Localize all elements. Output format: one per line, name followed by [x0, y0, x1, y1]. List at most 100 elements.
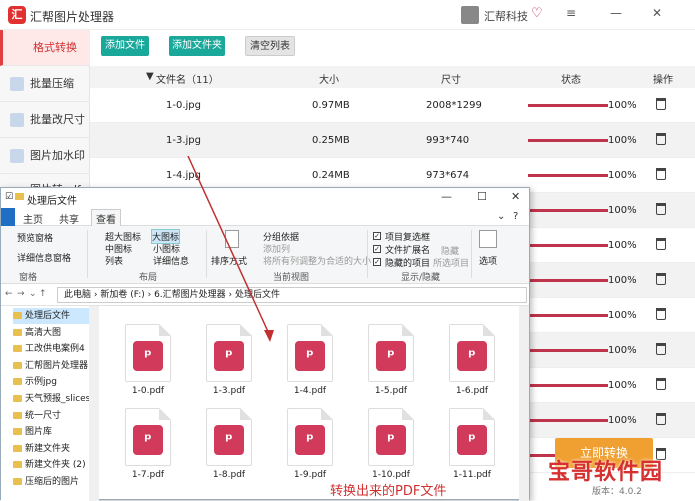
tree-item[interactable]: 汇帮图片处理器 [13, 358, 99, 374]
pdf-file-icon: ᵖ [125, 408, 171, 466]
trash-icon[interactable] [656, 378, 666, 390]
sort-icon[interactable] [225, 230, 239, 248]
sidebar-item-label: 格式转换 [33, 41, 77, 54]
group-pane: 窗格 [19, 273, 38, 283]
breadcrumb-1[interactable]: 新加卷 (F:) [100, 290, 144, 300]
tab-home[interactable]: 主页 [23, 211, 43, 226]
quick-access-icon[interactable]: ☑ [5, 192, 13, 202]
add-file-button[interactable]: 添加文件 [101, 36, 149, 56]
view-details[interactable]: 详细信息 [153, 254, 189, 267]
file-item[interactable]: ᵖ 1-11.pdf [437, 408, 507, 488]
chevron-down-icon[interactable]: ⌄ [29, 289, 37, 299]
trash-icon[interactable] [656, 343, 666, 355]
close-icon[interactable]: ✕ [511, 190, 520, 203]
maximize-icon[interactable]: ☐ [477, 190, 487, 203]
divider [206, 230, 207, 278]
tree-item[interactable]: 工改供电案例4 [13, 341, 99, 357]
tree-item[interactable]: 压缩后的图片 [13, 474, 99, 490]
ext-checkbox[interactable]: ✓ [373, 245, 381, 253]
pdf-file-icon: ᵖ [206, 408, 252, 466]
file-item[interactable]: ᵖ 1-0.pdf [113, 324, 183, 404]
details-pane-button[interactable]: 详细信息窗格 [17, 251, 71, 264]
trash-icon[interactable] [656, 98, 666, 110]
file-item[interactable]: ᵖ 1-8.pdf [194, 408, 264, 488]
file-item[interactable]: ᵖ 1-10.pdf [356, 408, 426, 488]
ribbon: 预览窗格 详细信息窗格 窗格 超大图标 大图标 中图标 小图标 列表 详细信息 … [1, 226, 529, 284]
path-input[interactable]: 此电脑 › 新加卷 (F:) › 6.汇帮图片处理器 › 处理后文件 [57, 287, 527, 303]
vip-icon[interactable]: ♡ [531, 6, 543, 21]
file-item[interactable]: ᵖ 1-3.pdf [194, 324, 264, 404]
help-icon[interactable]: ? [513, 211, 518, 222]
trash-icon[interactable] [656, 413, 666, 425]
close-icon[interactable]: ✕ [652, 6, 662, 20]
avatar[interactable] [461, 6, 479, 24]
explorer-title-bar: ☑ 处理后文件 — ☐ ✕ [1, 188, 529, 208]
add-folder-button[interactable]: 添加文件夹 [169, 36, 225, 56]
minimize-icon[interactable]: — [610, 6, 622, 20]
trash-icon[interactable] [656, 238, 666, 250]
trash-icon[interactable] [656, 133, 666, 145]
progress-bar [528, 314, 608, 317]
up-icon[interactable]: ↑ [39, 289, 47, 299]
folder-icon [13, 461, 22, 469]
trash-icon[interactable] [656, 168, 666, 180]
file-label: 1-9.pdf [293, 470, 327, 480]
divider [87, 230, 88, 278]
tree-item[interactable]: 统一尺寸 [13, 408, 99, 424]
progress-bar [528, 209, 608, 212]
file-item[interactable]: ᵖ 1-6.pdf [437, 324, 507, 404]
col-filename[interactable]: 文件名（11） [156, 71, 219, 86]
sidebar-item-format[interactable]: 格式转换 [0, 30, 90, 66]
nav-tree: 处理后文件 高清大图 工改供电案例4 汇帮图片处理器 示例jpg 天气预报_slicesp… [1, 306, 99, 501]
breadcrumb-0[interactable]: 此电脑 [64, 290, 91, 300]
tree-item[interactable]: 天气预报_slicesp [13, 391, 99, 407]
user-name[interactable]: 汇帮科技 [484, 8, 528, 24]
options-icon[interactable] [479, 230, 497, 248]
file-item[interactable]: ᵖ 1-9.pdf [275, 408, 345, 488]
tab-share[interactable]: 共享 [59, 211, 79, 226]
resize-icon [10, 113, 24, 127]
ext-checkbox-label: 文件扩展名 [385, 246, 431, 256]
view-list[interactable]: 列表 [105, 254, 123, 267]
breadcrumb-2[interactable]: 6.汇帮图片处理器 [154, 290, 226, 300]
status-text: 100% [608, 100, 637, 111]
file-size: 0.25MB [312, 135, 350, 146]
pdf-badge-icon: ᵖ [295, 341, 325, 371]
tree-item[interactable]: 新建文件夹 [13, 441, 99, 457]
menu-icon[interactable]: ≡ [566, 6, 576, 20]
trash-icon[interactable] [656, 203, 666, 215]
trash-icon[interactable] [656, 273, 666, 285]
preview-pane-button[interactable]: 预览窗格 [17, 231, 53, 244]
file-item[interactable]: ᵖ 1-4.pdf [275, 324, 345, 404]
minimize-icon[interactable]: — [441, 190, 452, 203]
tree-item[interactable]: 示例jpg [13, 374, 99, 390]
file-name: 1-3.jpg [166, 135, 201, 146]
tree-item[interactable]: 图片库 [13, 424, 99, 440]
tree-scrollbar[interactable] [89, 306, 99, 501]
tree-item-label: 统一尺寸 [25, 410, 62, 421]
trash-icon[interactable] [656, 308, 666, 320]
table-row[interactable]: 1-3.jpg 0.25MB 993*740 100% [90, 123, 695, 158]
chevron-down-icon[interactable]: ⌄ [497, 211, 505, 222]
tab-file[interactable] [1, 208, 15, 226]
tree-item[interactable]: 高清大图 [13, 325, 99, 341]
fit-columns-button[interactable]: 将所有列调整为合适的大小 [263, 254, 371, 267]
clear-list-button[interactable]: 清空列表 [245, 36, 295, 56]
tree-item[interactable]: 新建文件夹 (2) [13, 457, 99, 473]
tree-item[interactable]: 处理后文件 [13, 308, 99, 324]
breadcrumb-3[interactable]: 处理后文件 [235, 290, 280, 300]
item-checkbox[interactable]: ✓ [373, 232, 381, 240]
folder-icon [13, 395, 22, 402]
file-item[interactable]: ᵖ 1-7.pdf [113, 408, 183, 488]
col-status: 状态 [561, 75, 581, 86]
sort-button[interactable]: 排序方式 [211, 254, 247, 267]
tab-view[interactable]: 查看 [91, 209, 121, 227]
table-row[interactable]: 1-0.jpg 0.97MB 2008*1299 100% [90, 88, 695, 123]
options-button[interactable]: 选项 [479, 254, 497, 267]
files-scrollbar[interactable] [519, 306, 529, 501]
back-icon[interactable]: ← [5, 289, 13, 299]
file-item[interactable]: ᵖ 1-5.pdf [356, 324, 426, 404]
hidden-checkbox[interactable]: ✓ [373, 258, 381, 266]
forward-icon[interactable]: → [17, 289, 25, 299]
sort-icon[interactable]: ▼ [146, 71, 154, 82]
